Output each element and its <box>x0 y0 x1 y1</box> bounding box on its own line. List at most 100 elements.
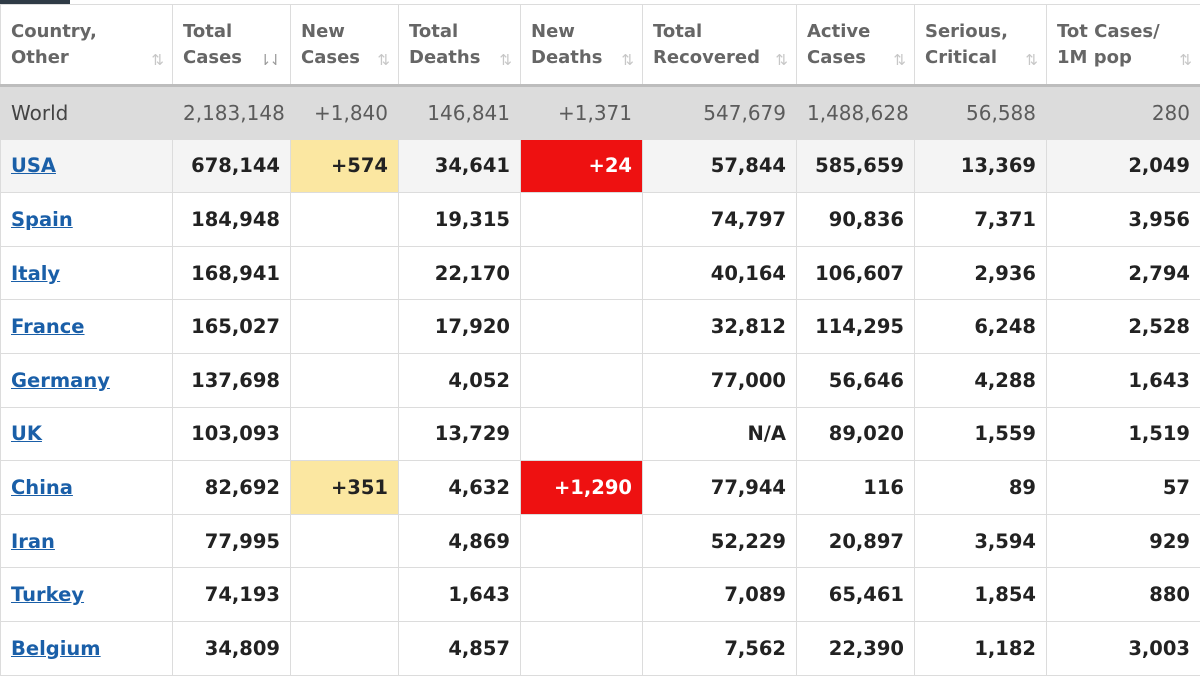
cell-country: Germany <box>0 352 173 408</box>
country-link[interactable]: Spain <box>11 208 73 231</box>
table-row: Iran 77,995 4,869 52,229 20,897 3,594 92… <box>0 513 1200 569</box>
cell-total-cases: 77,995 <box>172 513 291 569</box>
cell-total-cases: 168,941 <box>172 245 291 301</box>
sort-icon[interactable]: ⇅ <box>377 47 390 73</box>
cell-tot-cases-per-1m: 3,956 <box>1046 192 1200 247</box>
table-row: France 165,027 17,920 32,812 114,295 6,2… <box>0 299 1200 354</box>
cell-total-cases: 103,093 <box>172 406 291 462</box>
cell-serious-critical: 1,559 <box>914 406 1047 462</box>
cell-serious-critical: 7,371 <box>914 192 1047 247</box>
country-link[interactable]: France <box>11 315 85 338</box>
sort-icon[interactable]: ⇅ <box>1025 47 1038 73</box>
header-total-cases[interactable]: Total Cases ⇂⇃ <box>172 4 291 86</box>
sort-icon[interactable]: ⇅ <box>151 47 164 73</box>
header-serious-critical[interactable]: Serious, Critical ⇅ <box>914 4 1047 86</box>
country-link[interactable]: Iran <box>11 530 55 553</box>
header-label: New Deaths <box>531 20 603 68</box>
sort-active-icon[interactable]: ⇂⇃ <box>259 47 282 73</box>
country-link[interactable]: China <box>11 476 73 499</box>
header-label: Active Cases <box>807 20 871 68</box>
header-new-deaths[interactable]: New Deaths ⇅ <box>520 4 643 86</box>
table-row: Spain 184,948 19,315 74,797 90,836 7,371… <box>0 192 1200 247</box>
cell-new-cases: +1,840 <box>290 84 399 140</box>
cell-new-cases <box>290 406 399 462</box>
cell-total-deaths: 34,641 <box>398 138 521 194</box>
cell-country: Italy <box>0 245 173 301</box>
cell-new-cases <box>290 352 399 408</box>
table-row: Turkey 74,193 1,643 7,089 65,461 1,854 8… <box>0 567 1200 622</box>
sort-icon[interactable]: ⇅ <box>893 47 906 73</box>
sort-icon[interactable]: ⇅ <box>1179 47 1192 73</box>
cell-serious-critical: 3,594 <box>914 513 1047 569</box>
cell-total-recovered: 32,812 <box>642 299 797 354</box>
cell-new-deaths <box>520 299 643 354</box>
cell-total-deaths: 19,315 <box>398 192 521 247</box>
cell-new-deaths <box>520 406 643 462</box>
cell-country: Belgium <box>0 620 173 676</box>
coronavirus-country-table: Country, Other ⇅ Total Cases ⇂⇃ New Case… <box>0 4 1200 676</box>
world-total-row: World 2,183,148 +1,840 146,841 +1,371 54… <box>0 84 1200 140</box>
header-label: Country, Other <box>11 20 97 68</box>
sort-icon[interactable]: ⇅ <box>775 47 788 73</box>
country-link[interactable]: Italy <box>11 262 60 285</box>
table-row: UK 103,093 13,729 N/A 89,020 1,559 1,519 <box>0 406 1200 462</box>
cell-total-deaths: 22,170 <box>398 245 521 301</box>
country-link[interactable]: Turkey <box>11 583 84 606</box>
header-total-recovered[interactable]: Total Recovered ⇅ <box>642 4 797 86</box>
cell-serious-critical: 1,854 <box>914 567 1047 622</box>
sort-icon[interactable]: ⇅ <box>499 47 512 73</box>
sort-icon[interactable]: ⇅ <box>621 47 634 73</box>
cell-tot-cases-per-1m: 57 <box>1046 460 1200 515</box>
cell-active-cases: 90,836 <box>796 192 915 247</box>
cell-tot-cases-per-1m: 2,528 <box>1046 299 1200 354</box>
cell-active-cases: 114,295 <box>796 299 915 354</box>
cell-total-recovered: 74,797 <box>642 192 797 247</box>
header-active-cases[interactable]: Active Cases ⇅ <box>796 4 915 86</box>
cell-active-cases: 89,020 <box>796 406 915 462</box>
cell-total-cases: 34,809 <box>172 620 291 676</box>
cell-new-deaths <box>520 352 643 408</box>
cell-active-cases: 65,461 <box>796 567 915 622</box>
cell-total-cases: 74,193 <box>172 567 291 622</box>
cell-new-deaths: +24 <box>520 138 643 194</box>
country-link[interactable]: USA <box>11 154 56 177</box>
cell-tot-cases-per-1m: 1,643 <box>1046 352 1200 408</box>
cell-total-deaths: 13,729 <box>398 406 521 462</box>
cell-tot-cases-per-1m: 2,049 <box>1046 138 1200 194</box>
cell-total-deaths: 17,920 <box>398 299 521 354</box>
cell-total-cases: 165,027 <box>172 299 291 354</box>
cell-active-cases: 585,659 <box>796 138 915 194</box>
country-link[interactable]: UK <box>11 422 42 445</box>
cell-active-cases: 106,607 <box>796 245 915 301</box>
header-label: Tot Cases/ 1M pop <box>1057 20 1160 68</box>
table-row: USA 678,144 +574 34,641 +24 57,844 585,6… <box>0 138 1200 194</box>
cell-active-cases: 20,897 <box>796 513 915 569</box>
header-tot-cases-per-1m[interactable]: Tot Cases/ 1M pop ⇅ <box>1046 4 1200 86</box>
table-header-row: Country, Other ⇅ Total Cases ⇂⇃ New Case… <box>0 4 1200 86</box>
country-link[interactable]: Belgium <box>11 637 101 660</box>
header-label: Total Deaths <box>409 20 481 68</box>
cell-country: Iran <box>0 513 173 569</box>
cell-tot-cases-per-1m: 2,794 <box>1046 245 1200 301</box>
cell-tot-cases-per-1m: 280 <box>1046 84 1200 140</box>
country-link[interactable]: Germany <box>11 369 110 392</box>
header-country[interactable]: Country, Other ⇅ <box>0 4 173 86</box>
header-new-cases[interactable]: New Cases ⇅ <box>290 4 399 86</box>
cell-total-deaths: 4,632 <box>398 460 521 515</box>
cell-country: World <box>0 84 173 140</box>
cell-serious-critical: 56,588 <box>914 84 1047 140</box>
cell-total-deaths: 4,052 <box>398 352 521 408</box>
cell-total-recovered: 77,944 <box>642 460 797 515</box>
header-total-deaths[interactable]: Total Deaths ⇅ <box>398 4 521 86</box>
cell-total-cases: 2,183,148 <box>172 84 291 140</box>
cell-country: USA <box>0 138 173 194</box>
cell-active-cases: 116 <box>796 460 915 515</box>
cell-total-cases: 137,698 <box>172 352 291 408</box>
cell-serious-critical: 89 <box>914 460 1047 515</box>
cell-active-cases: 56,646 <box>796 352 915 408</box>
cell-new-deaths <box>520 245 643 301</box>
cell-total-deaths: 4,869 <box>398 513 521 569</box>
cell-new-cases <box>290 513 399 569</box>
cell-serious-critical: 6,248 <box>914 299 1047 354</box>
cell-new-deaths: +1,371 <box>520 84 643 140</box>
